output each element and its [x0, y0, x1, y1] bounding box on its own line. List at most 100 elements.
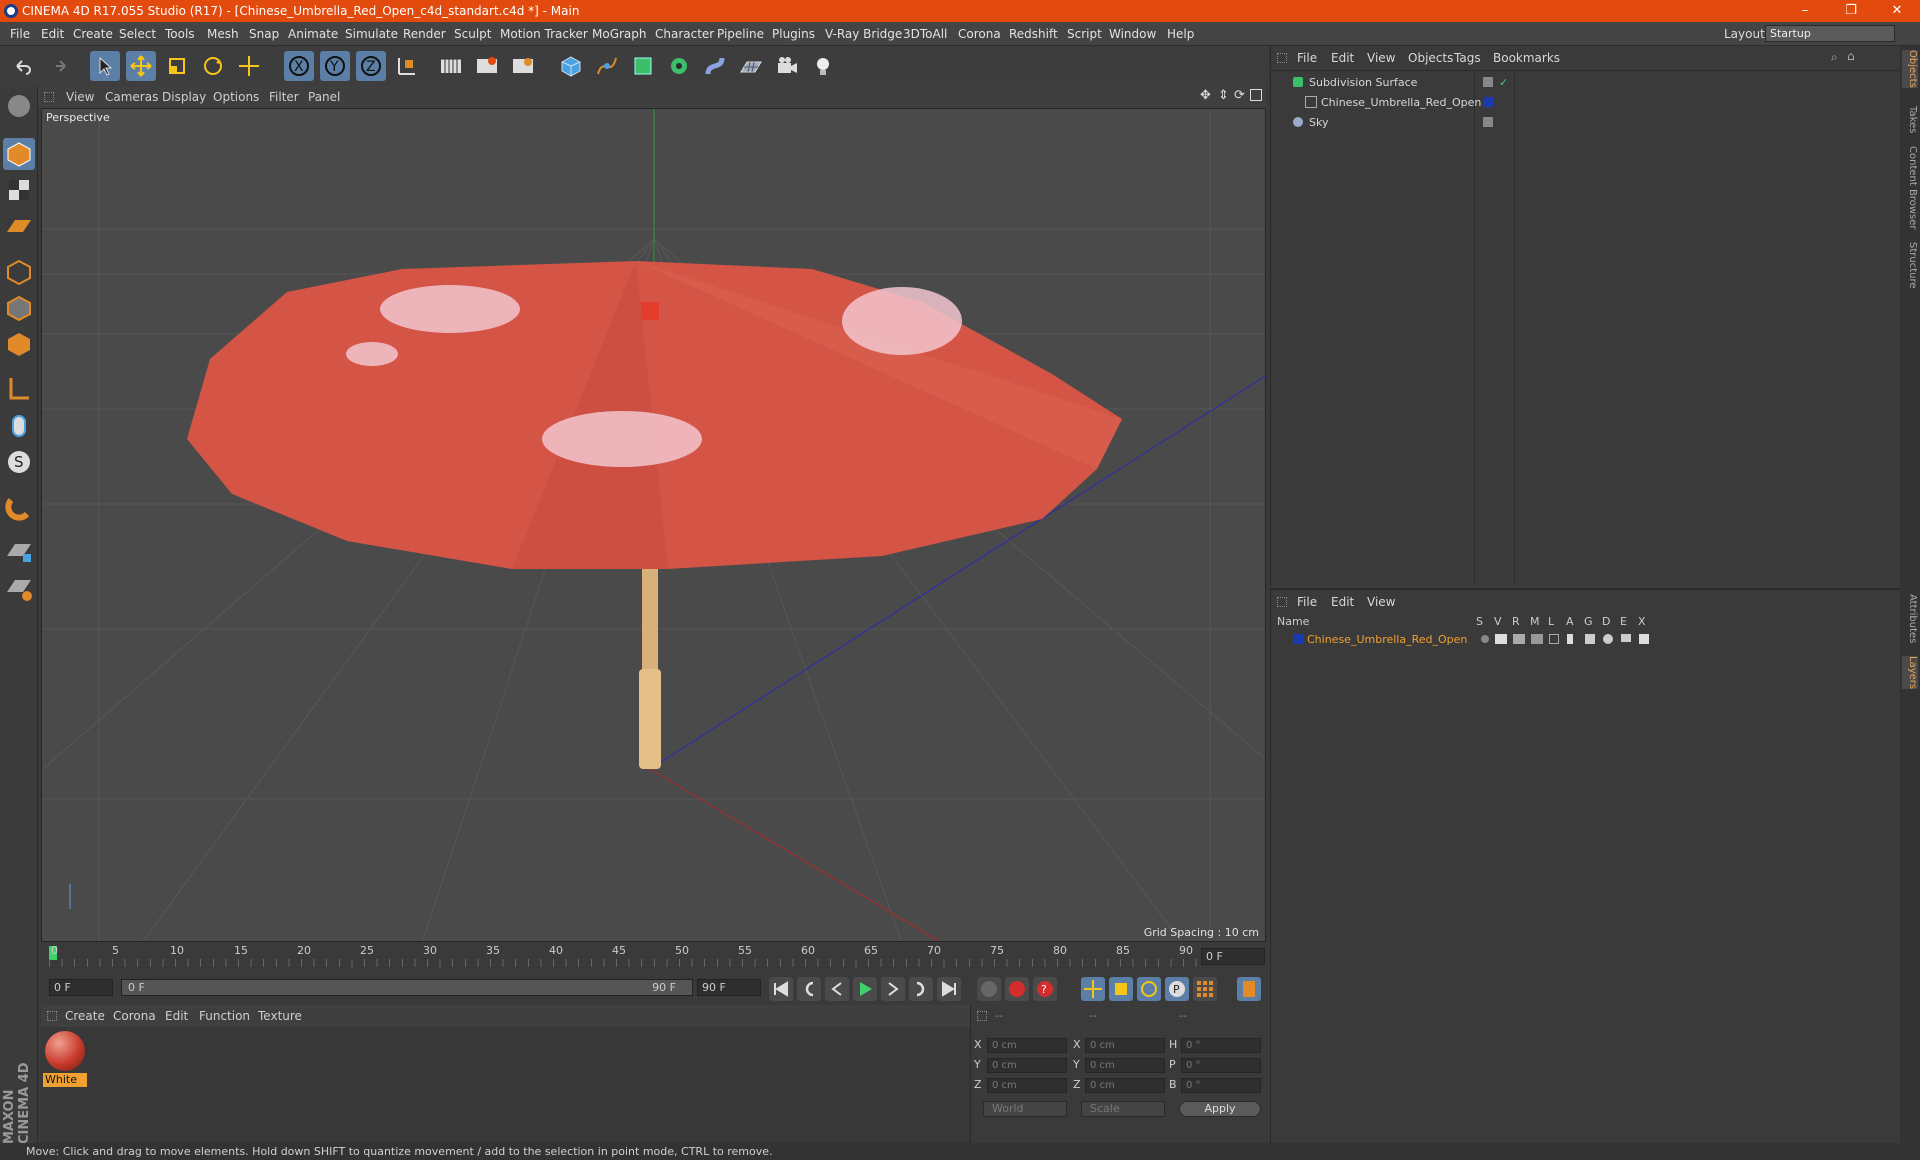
minimize-button[interactable]: – — [1782, 0, 1828, 22]
layer-menu-edit[interactable]: Edit — [1331, 590, 1354, 614]
next-keyframe-icon[interactable] — [909, 977, 933, 1001]
layer-menu-view[interactable]: View — [1367, 590, 1395, 614]
prev-keyframe-icon[interactable] — [797, 977, 821, 1001]
texture-mode-icon[interactable] — [3, 174, 35, 206]
menu-redshift[interactable]: Redshift — [1009, 22, 1058, 46]
home-icon[interactable]: ⌂ — [1847, 49, 1855, 63]
menu-snap[interactable]: Snap — [249, 22, 279, 46]
vp-menu-panel[interactable]: Panel — [308, 86, 340, 108]
viewport-move-icon[interactable]: ✥ — [1200, 88, 1211, 103]
rotation-b-field[interactable]: 0 ° — [1181, 1078, 1261, 1093]
magnet-icon[interactable] — [3, 492, 35, 524]
col-header-s[interactable]: S — [1476, 615, 1483, 628]
select-arrow-icon[interactable] — [90, 51, 120, 81]
col-header-a[interactable]: A — [1566, 615, 1574, 628]
light-icon[interactable] — [808, 51, 838, 81]
obj-menu-file[interactable]: File — [1297, 46, 1317, 70]
tab-attributes[interactable]: Attributes — [1902, 594, 1918, 643]
coordinate-system-icon[interactable] — [392, 51, 422, 81]
generators-toggle-icon[interactable] — [1585, 634, 1595, 644]
menu-simulate[interactable]: Simulate — [345, 22, 398, 46]
vp-menu-display[interactable]: Display — [162, 86, 206, 108]
menu-render[interactable]: Render — [403, 22, 446, 46]
material-swatch[interactable]: White — [43, 1029, 87, 1087]
object-row-sky[interactable]: Sky — [1273, 113, 1899, 132]
key-scale-icon[interactable] — [1109, 977, 1133, 1001]
menu-pipeline[interactable]: Pipeline — [717, 22, 764, 46]
tab-objects[interactable]: Objects — [1902, 50, 1918, 88]
end-frame-field[interactable]: 90 F — [697, 979, 761, 996]
xref-toggle-icon[interactable] — [1639, 634, 1649, 644]
timeline-window-icon[interactable] — [1237, 977, 1261, 1001]
rotate-icon[interactable] — [198, 51, 228, 81]
viewport-zoom-icon[interactable]: ⇕ — [1218, 88, 1229, 103]
mat-menu-texture[interactable]: Texture — [258, 1005, 302, 1027]
deformer-icon[interactable] — [700, 51, 730, 81]
solo-icon[interactable]: S — [3, 446, 35, 478]
polygons-mode-icon[interactable] — [3, 328, 35, 360]
prev-frame-icon[interactable] — [825, 977, 849, 1001]
apply-button[interactable]: Apply — [1179, 1101, 1261, 1117]
undo-icon[interactable] — [8, 51, 38, 81]
position-x-field[interactable]: 0 cm — [987, 1038, 1067, 1053]
menu-select[interactable]: Select — [119, 22, 156, 46]
manager-toggle-icon[interactable] — [1531, 634, 1543, 644]
tab-structure[interactable]: Structure — [1902, 242, 1918, 289]
tab-layers[interactable]: Layers — [1902, 656, 1918, 690]
rotation-h-field[interactable]: 0 ° — [1181, 1038, 1261, 1053]
menu-tools[interactable]: Tools — [165, 22, 195, 46]
mat-menu-function[interactable]: Function — [199, 1005, 250, 1027]
start-frame-field[interactable]: 0 F — [49, 979, 113, 996]
col-header-x[interactable]: X — [1638, 615, 1646, 628]
size-y-field[interactable]: 0 cm — [1085, 1058, 1165, 1073]
cloner-icon[interactable] — [664, 51, 694, 81]
position-y-field[interactable]: 0 cm — [987, 1058, 1067, 1073]
col-header-g[interactable]: G — [1584, 615, 1593, 628]
auto-key-icon[interactable]: ? — [1033, 977, 1057, 1001]
redo-icon[interactable] — [44, 51, 74, 81]
menu-create[interactable]: Create — [73, 22, 113, 46]
menu-vray-bridge[interactable]: V-Ray Bridge — [825, 22, 902, 46]
menu-animate[interactable]: Animate — [288, 22, 338, 46]
render-picture-viewer-icon[interactable] — [472, 51, 502, 81]
menu-corona[interactable]: Corona — [958, 22, 1001, 46]
panel-grip-icon[interactable] — [977, 1011, 987, 1021]
play-icon[interactable] — [853, 977, 877, 1001]
mat-menu-corona[interactable]: Corona — [113, 1005, 156, 1027]
col-header-v[interactable]: V — [1494, 615, 1502, 628]
menu-help[interactable]: Help — [1167, 22, 1194, 46]
visible-eye-icon[interactable] — [1495, 634, 1507, 644]
make-editable-icon[interactable] — [3, 90, 35, 122]
col-header-d[interactable]: D — [1602, 615, 1610, 628]
lock-toggle-icon[interactable] — [1549, 634, 1559, 644]
render-settings-icon[interactable] — [508, 51, 538, 81]
col-header-r[interactable]: R — [1512, 615, 1520, 628]
coordinate-system-dropdown[interactable]: World — [983, 1101, 1067, 1117]
cube-object-icon[interactable] — [556, 51, 586, 81]
next-frame-icon[interactable] — [881, 977, 905, 1001]
layer-row[interactable]: Chinese_Umbrella_Red_Open — [1273, 630, 1899, 649]
obj-menu-tags[interactable]: Tags — [1454, 46, 1481, 70]
object-row-subdivision[interactable]: Subdivision Surface ✓ — [1273, 73, 1899, 92]
obj-menu-objects[interactable]: Objects — [1408, 46, 1453, 70]
panel-grip-icon[interactable] — [1277, 597, 1287, 607]
goto-start-icon[interactable] — [769, 977, 793, 1001]
camera-icon[interactable] — [772, 51, 802, 81]
move-icon[interactable] — [126, 51, 156, 81]
obj-menu-edit[interactable]: Edit — [1331, 46, 1354, 70]
menu-character[interactable]: Character — [655, 22, 714, 46]
menu-file[interactable]: File — [10, 22, 30, 46]
vp-menu-view[interactable]: View — [66, 86, 94, 108]
render-view-icon[interactable] — [436, 51, 466, 81]
layout-dropdown[interactable]: Startup — [1765, 25, 1895, 42]
solo-toggle-icon[interactable] — [1481, 635, 1489, 643]
size-z-field[interactable]: 0 cm — [1085, 1078, 1165, 1093]
mat-menu-create[interactable]: Create — [65, 1005, 105, 1027]
key-position-icon[interactable] — [1081, 977, 1105, 1001]
vp-menu-options[interactable]: Options — [213, 86, 259, 108]
menu-plugins[interactable]: Plugins — [772, 22, 815, 46]
panel-grip-icon[interactable] — [47, 1011, 57, 1021]
frame-range-slider[interactable]: 0 F 90 F — [121, 979, 693, 996]
current-frame-field[interactable]: 0 F — [1201, 948, 1265, 965]
record-off-icon[interactable] — [977, 977, 1001, 1001]
